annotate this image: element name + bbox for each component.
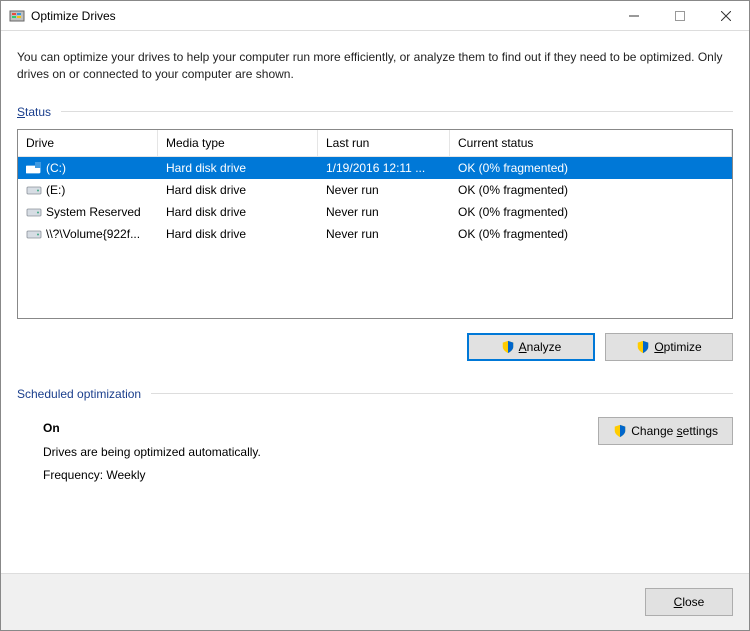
status-section-header: Status (17, 105, 733, 119)
window-title: Optimize Drives (31, 9, 611, 23)
app-icon (9, 8, 25, 24)
drive-last-run: 1/19/2016 12:11 ... (318, 161, 450, 175)
table-row[interactable]: (C:)Hard disk drive1/19/2016 12:11 ...OK… (18, 157, 732, 179)
drive-last-run: Never run (318, 227, 450, 241)
list-header: Drive Media type Last run Current status (18, 130, 732, 157)
drive-name: (E:) (18, 183, 158, 197)
drive-name: \\?\Volume{922f... (18, 227, 158, 241)
schedule-state: On (43, 417, 598, 440)
drive-last-run: Never run (318, 183, 450, 197)
schedule-label: Scheduled optimization (17, 387, 141, 401)
drive-media: Hard disk drive (158, 227, 318, 241)
col-drive[interactable]: Drive (18, 130, 158, 156)
table-row[interactable]: (E:)Hard disk driveNever runOK (0% fragm… (18, 179, 732, 201)
table-row[interactable]: \\?\Volume{922f...Hard disk driveNever r… (18, 223, 732, 245)
maximize-button[interactable] (657, 1, 703, 31)
drive-name: (C:) (18, 161, 158, 175)
footer: Close (1, 573, 749, 630)
minimize-button[interactable] (611, 1, 657, 31)
drive-media: Hard disk drive (158, 161, 318, 175)
drive-last-run: Never run (318, 205, 450, 219)
status-label: Status (17, 105, 51, 119)
table-row[interactable]: System ReservedHard disk driveNever runO… (18, 201, 732, 223)
drive-status: OK (0% fragmented) (450, 205, 732, 219)
drive-name: System Reserved (18, 205, 158, 219)
drive-media: Hard disk drive (158, 205, 318, 219)
schedule-section-header: Scheduled optimization (17, 387, 733, 401)
schedule-description: Drives are being optimized automatically… (43, 441, 598, 464)
drive-status: OK (0% fragmented) (450, 183, 732, 197)
shield-icon (501, 340, 515, 354)
analyze-button[interactable]: Analyze (467, 333, 595, 361)
titlebar: Optimize Drives (1, 1, 749, 31)
shield-icon (613, 424, 627, 438)
drive-media: Hard disk drive (158, 183, 318, 197)
drive-status: OK (0% fragmented) (450, 161, 732, 175)
drive-status: OK (0% fragmented) (450, 227, 732, 241)
close-button[interactable] (703, 1, 749, 31)
shield-icon (636, 340, 650, 354)
optimize-button[interactable]: Optimize (605, 333, 733, 361)
drives-listbox[interactable]: Drive Media type Last run Current status… (17, 129, 733, 319)
close-dialog-button[interactable]: Close (645, 588, 733, 616)
change-settings-button[interactable]: Change settings (598, 417, 733, 445)
schedule-frequency: Frequency: Weekly (43, 464, 598, 487)
intro-text: You can optimize your drives to help you… (17, 49, 733, 83)
col-last-run[interactable]: Last run (318, 130, 450, 156)
col-current-status[interactable]: Current status (450, 130, 732, 156)
col-media[interactable]: Media type (158, 130, 318, 156)
